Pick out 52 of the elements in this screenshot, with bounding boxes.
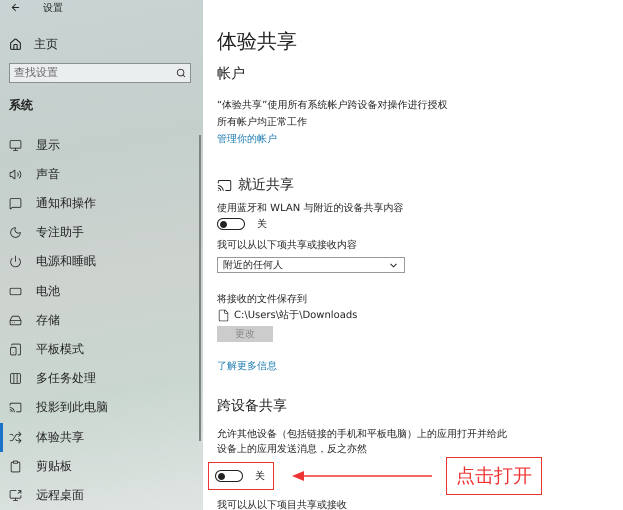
home-nav-item[interactable]: 主页 [0, 35, 203, 53]
nav-icon [9, 343, 22, 356]
window-title: 设置 [43, 2, 63, 15]
sidebar-item[interactable]: 平板模式 [0, 334, 203, 364]
search-icon [176, 68, 186, 78]
sidebar-item[interactable]: 存储 [0, 306, 203, 335]
toggle-switch[interactable] [215, 470, 243, 482]
nav-icon [9, 430, 22, 444]
nav-icon [9, 226, 22, 240]
nav-icon [9, 138, 22, 152]
description-text: 允许其他设备（包括链接的手机和平板电脑）上的应用打开并给此设备上的应用发送消息，反之亦然 [217, 428, 507, 457]
field-label: 将接收的文件保存到 [217, 292, 308, 307]
nav-icon [9, 488, 22, 502]
sidebar-item[interactable]: 显示 [0, 130, 203, 160]
manage-accounts-link[interactable]: 管理你的帐户 [217, 131, 277, 148]
section-heading: 帐户 [217, 65, 246, 83]
learn-more-link[interactable]: 了解更多信息 [217, 358, 277, 375]
nav-icon [9, 314, 22, 327]
description-text: 使用蓝牙和 WLAN 与附近的设备共享内容 [217, 202, 404, 216]
sidebar-item[interactable]: 通知和操作 [0, 189, 203, 218]
nav-icon [9, 401, 22, 414]
nav-icon [9, 460, 22, 473]
nav-icon [9, 255, 22, 268]
info-text: 所有帐户均正常工作 [217, 116, 308, 130]
file-icon [217, 308, 230, 322]
section-title: 系统 [8, 96, 34, 114]
sidebar-item[interactable]: 专注助手 [0, 218, 203, 248]
sidebar-item[interactable]: 声音 [0, 160, 203, 190]
sidebar-item[interactable]: 电池 [0, 276, 203, 306]
toggle-state-label: 关 [255, 470, 265, 483]
field-label: 我可以从以下项共享或接收内容 [217, 238, 358, 253]
callout-label: 点击打开 [446, 457, 542, 495]
sidebar-item[interactable]: 投影到此电脑 [0, 393, 203, 423]
field-label: 我可以从以下项目共享或接收 [217, 498, 348, 510]
toggle-switch[interactable] [217, 218, 245, 230]
sidebar-item[interactable]: 剪贴板 [0, 452, 203, 481]
sidebar-item[interactable]: 远程桌面 [0, 480, 203, 510]
back-icon[interactable] [10, 2, 21, 14]
dropdown[interactable]: 附近的任何人 [217, 257, 405, 273]
page-title: 体验共享 [217, 28, 298, 55]
sidebar-item[interactable]: 多任务处理 [0, 364, 203, 394]
section-heading: 就近共享 [238, 176, 294, 194]
folder-path: C:\Users\站于\Downloads [234, 308, 358, 322]
nav-icon [9, 372, 22, 386]
search-field[interactable]: 查找设置 [9, 62, 191, 83]
nav-icon [9, 197, 22, 210]
toggle-state-label: 关 [257, 218, 267, 231]
section-heading: 跨设备共享 [217, 397, 288, 415]
sidebar-item[interactable]: 电源和睡眠 [0, 247, 203, 277]
home-icon [9, 38, 22, 50]
nav-icon [9, 168, 22, 181]
info-text: “体验共享”使用所有系统帐户跨设备对操作进行授权 [217, 98, 448, 113]
